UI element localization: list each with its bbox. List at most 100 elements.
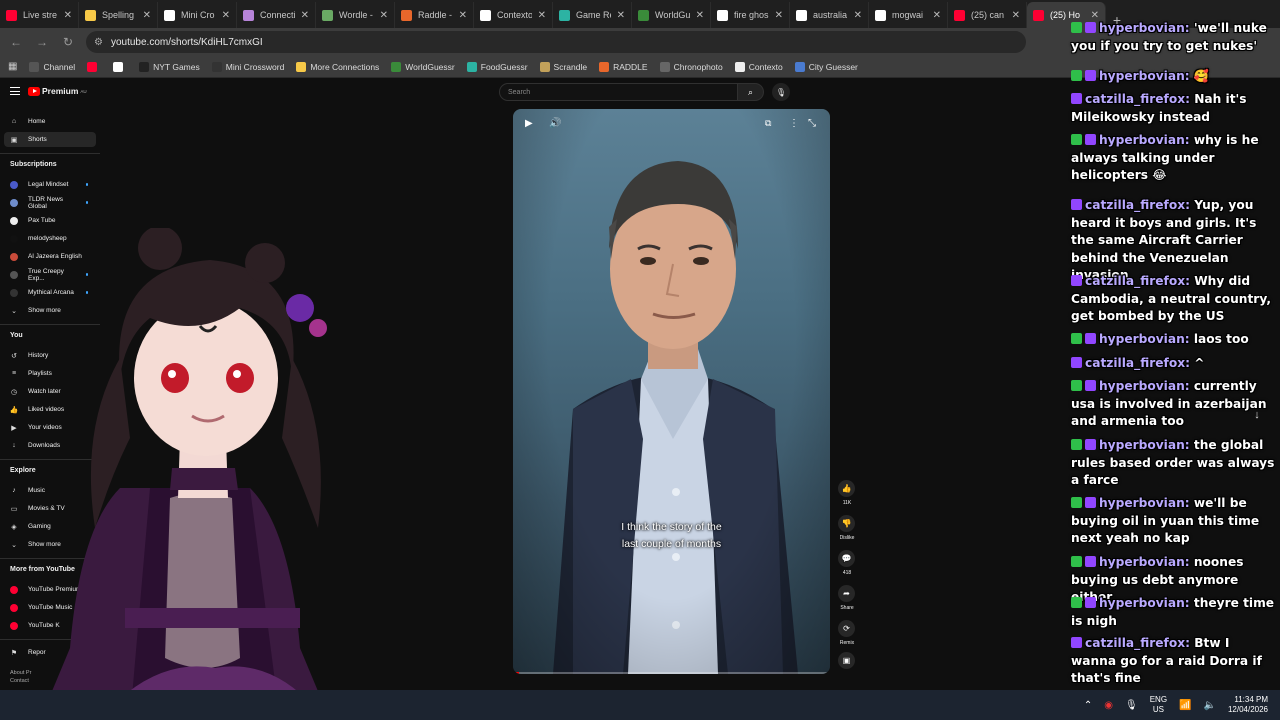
sound-button[interactable]: ▣ — [838, 652, 856, 672]
sidebar-item-shorts[interactable]: ▣ Shorts — [4, 132, 96, 147]
clock[interactable]: 11:34 PM 12/04/2026 — [1228, 695, 1268, 715]
youtube-logo[interactable]: Premium AU — [28, 86, 87, 96]
bookmark[interactable]: Channel — [29, 61, 75, 72]
bookmark[interactable]: City Guesser — [794, 61, 858, 72]
microphone-icon[interactable]: 🎙 — [772, 83, 790, 101]
chat-username: hyperbovian: — [1099, 133, 1190, 147]
chat-username: catzilla_firefox: — [1085, 636, 1190, 650]
subscriber-badge-icon — [1071, 93, 1082, 104]
tab-close-icon[interactable]: ✕ — [380, 10, 388, 21]
bookmark[interactable] — [113, 61, 127, 72]
bookmark[interactable]: Contexto — [734, 61, 783, 72]
checkmark-badge-icon — [1071, 439, 1082, 450]
tab-close-icon[interactable]: ✕ — [143, 10, 151, 21]
share-button[interactable]: ➦ Share — [838, 585, 856, 611]
search-input[interactable]: Search — [499, 83, 739, 101]
browser-tab[interactable]: (25) can ✕ — [948, 2, 1027, 28]
subscriber-badge-icon — [1085, 70, 1096, 81]
bookmark[interactable]: FoodGuessr — [466, 61, 528, 72]
input-language[interactable]: ENG US — [1150, 695, 1167, 715]
show-hidden-icons-chevron-icon[interactable]: ⌃ — [1084, 700, 1092, 711]
like-icon: 👍 — [838, 480, 855, 497]
browser-tab[interactable]: Game Re ✕ — [553, 2, 632, 28]
browser-tab[interactable]: Spelling ✕ — [79, 2, 158, 28]
bookmark[interactable]: Mini Crossword — [211, 61, 285, 72]
bookmark[interactable]: NYT Games — [139, 61, 200, 72]
apps-grid-icon[interactable]: ▦ — [8, 61, 17, 72]
bookmark-favicon-icon — [599, 61, 610, 72]
browser-tab[interactable]: mogwai ✕ — [869, 2, 948, 28]
comments-label: 418 — [842, 570, 852, 576]
remix-button[interactable]: ⟳ Remix — [838, 620, 856, 646]
tab-close-icon[interactable]: ✕ — [301, 10, 309, 21]
tab-close-icon[interactable]: ✕ — [617, 10, 625, 21]
share-label: Share — [840, 605, 854, 611]
tab-close-icon[interactable]: ✕ — [1012, 10, 1020, 21]
captions-icon[interactable]: ⧉ — [765, 118, 771, 129]
tab-close-icon[interactable]: ✕ — [775, 10, 783, 21]
menu-icon[interactable] — [10, 87, 20, 95]
channel-avatar — [10, 180, 18, 189]
browser-tab[interactable]: australia ✕ — [790, 2, 869, 28]
address-bar[interactable]: ⚙ youtube.com/shorts/KdiHL7cmxGI — [86, 31, 1026, 53]
dislike-button[interactable]: 👎 Dislike — [838, 515, 856, 541]
like-button[interactable]: 👍 11K — [838, 480, 856, 506]
subscriptions-heading[interactable]: Subscriptions — [10, 161, 57, 168]
subscription-channel[interactable]: Pax Tube — [4, 213, 96, 228]
tab-close-icon[interactable]: ✕ — [933, 10, 941, 21]
app-tray-icon[interactable]: ◉ — [1104, 700, 1113, 711]
shorts-video-player[interactable]: ▶ 🔊 ⧉ ⋮ ⤡ I think the story of the last … — [513, 109, 830, 674]
chat-message: hyperbovian: currently usa is involved i… — [1071, 378, 1276, 431]
tab-title: (25) can — [971, 10, 1005, 20]
bookmark[interactable]: RADDLE — [599, 61, 648, 72]
tab-close-icon[interactable]: ✕ — [696, 10, 704, 21]
caption-line-2: last couple of months — [621, 538, 722, 550]
comments-button[interactable]: 💬 418 — [838, 550, 856, 576]
subscription-channel[interactable]: TLDR News Global — [4, 195, 96, 210]
more-options-icon[interactable]: ⋮ — [789, 118, 799, 129]
browser-tab[interactable]: Raddle - ✕ — [395, 2, 474, 28]
browser-tab[interactable]: Mini Cro ✕ — [158, 2, 237, 28]
windows-taskbar: ⌃ ◉ 🎙 ENG US 📶 🔈 11:34 PM 12/04/2026 — [0, 690, 1280, 720]
search-icon[interactable]: ⌕ — [738, 83, 764, 101]
bookmark[interactable] — [87, 61, 101, 72]
subscriber-badge-icon — [1085, 134, 1096, 145]
sidebar-item-home[interactable]: ⌂ Home — [4, 114, 96, 129]
bookmark[interactable]: Scrandle — [539, 61, 587, 72]
bookmark[interactable]: WorldGuessr — [391, 61, 455, 72]
tab-close-icon[interactable]: ✕ — [64, 10, 72, 21]
play-icon[interactable]: ▶ — [525, 118, 533, 129]
microphone-tray-icon[interactable]: 🎙 — [1125, 700, 1138, 711]
back-arrow-icon[interactable]: ← — [8, 34, 24, 50]
chat-message: hyperbovian: 🥰 — [1071, 68, 1276, 86]
screen: Live stre ✕ Spelling ✕ Mini Cro ✕ Connecti ✕ Wor… — [0, 0, 1280, 720]
like-label: 11K — [842, 500, 852, 506]
bookmark-favicon-icon — [734, 61, 745, 72]
tab-close-icon[interactable]: ✕ — [459, 10, 467, 21]
tab-close-icon[interactable]: ✕ — [222, 10, 230, 21]
reload-icon[interactable]: ↻ — [60, 34, 76, 50]
browser-tab[interactable]: Contexto ✕ — [474, 2, 553, 28]
forward-arrow-icon[interactable]: → — [34, 34, 50, 50]
browser-tab[interactable]: Connecti ✕ — [237, 2, 316, 28]
browser-tab[interactable]: WorldGu ✕ — [632, 2, 711, 28]
subscription-channel[interactable]: Legal Mindset — [4, 177, 96, 192]
bookmark[interactable]: Chronophoto — [659, 61, 723, 72]
checkmark-badge-icon — [1071, 134, 1082, 145]
tab-close-icon[interactable]: ✕ — [854, 10, 862, 21]
fullscreen-icon[interactable]: ⤡ — [808, 118, 816, 129]
speaker-icon[interactable]: 🔈 — [1204, 700, 1216, 711]
browser-tab[interactable]: Wordle - ✕ — [316, 2, 395, 28]
tab-close-icon[interactable]: ✕ — [538, 10, 546, 21]
site-info-icon[interactable]: ⚙ — [94, 37, 103, 48]
chat-username: hyperbovian: — [1099, 332, 1190, 346]
browser-tab[interactable]: Live stre ✕ — [0, 2, 79, 28]
sidebar-item-label: Home — [28, 118, 46, 125]
bookmark-label: Mini Crossword — [225, 61, 285, 72]
browser-tab[interactable]: fire ghos ✕ — [711, 2, 790, 28]
wifi-icon[interactable]: 📶 — [1179, 700, 1191, 711]
volume-icon[interactable]: 🔊 — [549, 118, 561, 129]
chat-username: catzilla_firefox: — [1085, 92, 1190, 106]
bookmark[interactable]: More Connections — [296, 61, 379, 72]
video-progress-bar[interactable] — [513, 672, 830, 674]
